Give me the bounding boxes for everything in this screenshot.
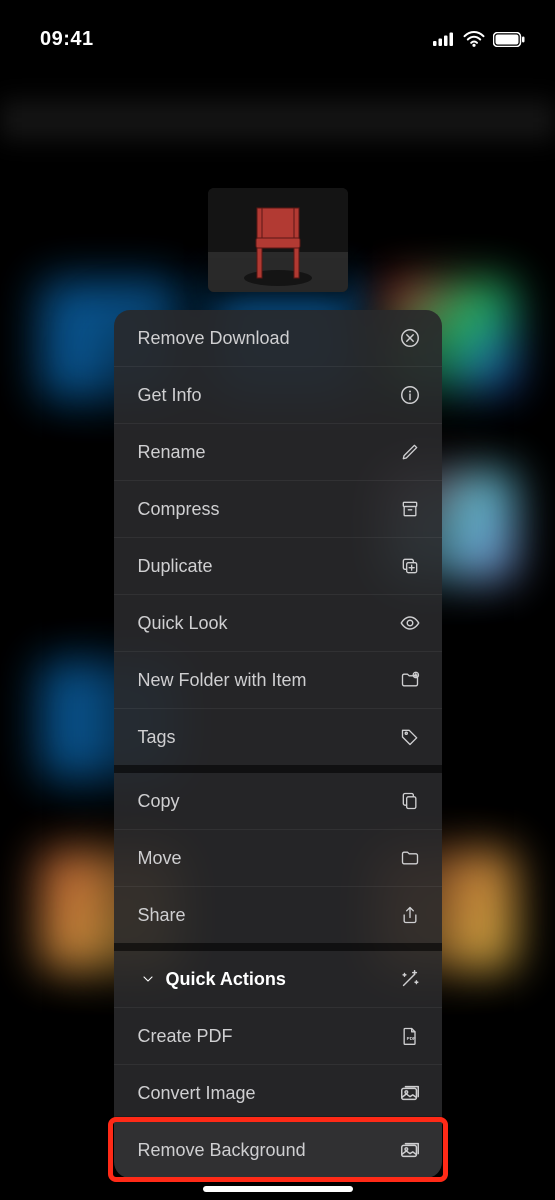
image-stack-icon — [398, 1081, 422, 1105]
pencil-icon — [398, 440, 422, 464]
menu-item-quick-look[interactable]: Quick Look — [114, 594, 442, 651]
menu-item-rename[interactable]: Rename — [114, 423, 442, 480]
menu-item-new-folder-with-item[interactable]: New Folder with Item — [114, 651, 442, 708]
menu-item-copy[interactable]: Copy — [114, 773, 442, 829]
sparkle-wand-icon — [398, 967, 422, 991]
archive-icon — [398, 497, 422, 521]
home-indicator — [203, 1186, 353, 1192]
tag-icon — [398, 725, 422, 749]
menu-group: Quick Actions Create PDF PDF Convert Image R… — [114, 943, 442, 1178]
menu-item-compress[interactable]: Compress — [114, 480, 442, 537]
menu-group: Copy Move Share — [114, 765, 442, 943]
menu-group: Remove Download Get Info Rename Compress Dup… — [114, 310, 442, 765]
menu-item-remove-download[interactable]: Remove Download — [114, 310, 442, 366]
svg-text:PDF: PDF — [406, 1036, 415, 1041]
menu-item-label: Duplicate — [138, 556, 398, 577]
menu-item-label: Compress — [138, 499, 398, 520]
folder-icon — [398, 846, 422, 870]
battery-icon — [493, 32, 525, 47]
menu-item-remove-background[interactable]: Remove Background — [114, 1121, 442, 1178]
share-icon — [398, 903, 422, 927]
context-menu: Remove Download Get Info Rename Compress Dup… — [114, 310, 442, 1178]
menu-item-tags[interactable]: Tags — [114, 708, 442, 765]
cellular-icon — [433, 32, 455, 46]
remove-download-icon — [398, 326, 422, 350]
menu-item-label: Remove Download — [138, 328, 398, 349]
menu-item-move[interactable]: Move — [114, 829, 442, 886]
menu-item-create-pdf[interactable]: Create PDF PDF — [114, 1007, 442, 1064]
menu-item-duplicate[interactable]: Duplicate — [114, 537, 442, 594]
status-bar: 09:41 — [0, 0, 555, 60]
folder-plus-icon — [398, 668, 422, 692]
menu-item-label: Remove Background — [138, 1140, 398, 1161]
menu-item-convert-image[interactable]: Convert Image — [114, 1064, 442, 1121]
wifi-icon — [463, 31, 485, 47]
menu-item-label: Rename — [138, 442, 398, 463]
file-preview-thumbnail — [208, 188, 348, 292]
menu-item-label: Convert Image — [138, 1083, 398, 1104]
duplicate-icon — [398, 554, 422, 578]
chevron-down-icon — [138, 969, 158, 989]
quick-actions-header[interactable]: Quick Actions — [114, 951, 442, 1007]
menu-item-label: New Folder with Item — [138, 670, 398, 691]
pdf-icon: PDF — [398, 1024, 422, 1048]
menu-item-label: Quick Look — [138, 613, 398, 634]
menu-item-label: Share — [138, 905, 398, 926]
menu-item-label: Move — [138, 848, 398, 869]
menu-item-share[interactable]: Share — [114, 886, 442, 943]
menu-item-label: Tags — [138, 727, 398, 748]
menu-item-label: Get Info — [138, 385, 398, 406]
info-icon — [398, 383, 422, 407]
menu-item-label: Create PDF — [138, 1026, 398, 1047]
menu-header-label: Quick Actions — [166, 969, 398, 990]
menu-item-label: Copy — [138, 791, 398, 812]
eye-icon — [398, 611, 422, 635]
status-time: 09:41 — [40, 28, 94, 51]
image-stack-icon — [398, 1138, 422, 1162]
copy-icon — [398, 789, 422, 813]
menu-item-get-info[interactable]: Get Info — [114, 366, 442, 423]
